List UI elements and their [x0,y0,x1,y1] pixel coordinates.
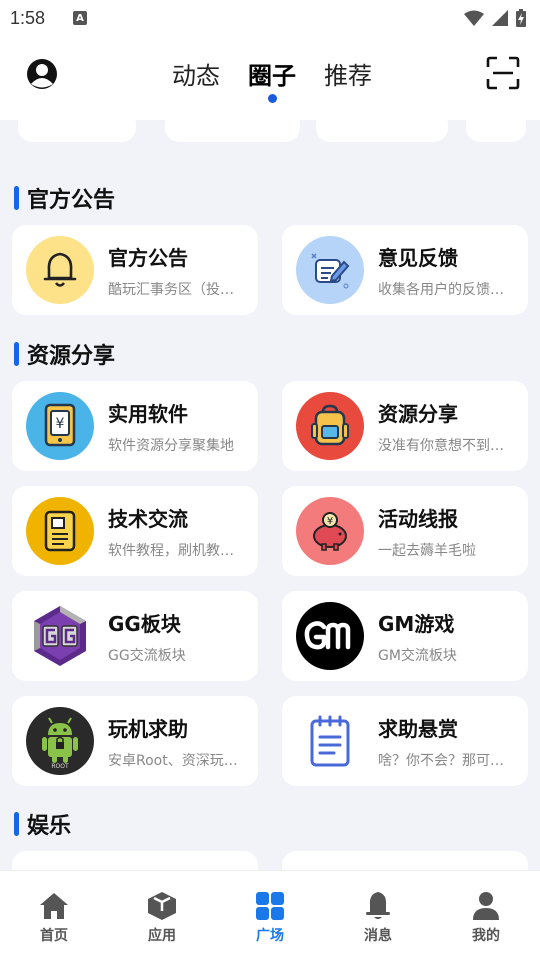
battery-icon [516,9,526,27]
person-icon [473,892,499,920]
card-title: GM游戏 [378,611,455,636]
grid-icon [256,892,284,920]
tab-dongtai[interactable]: 动态 [172,56,220,91]
forum-card-feedback[interactable]: 意见反馈 收集各用户的反馈… [282,225,528,315]
notepad-icon [296,707,364,775]
card-title: 求助悬赏 [378,716,458,741]
forum-card-bounty[interactable]: 求助悬赏 啥？你不会？那可… [282,696,528,786]
bell-icon [26,236,94,304]
top-tabs: 动态 圈子 推荐 [0,56,540,103]
card-subtitle: 收集各用户的反馈… [378,281,504,298]
nav-label: 消息 [364,928,392,944]
forum-card-software[interactable]: ¥ 实用软件 软件资源分享聚集地 [12,381,258,471]
card-title: GG板块 [108,611,181,636]
card-subtitle: 酷玩汇事务区（投… [108,281,234,298]
scrolled-card [165,120,300,142]
android-root-icon: ROOT [26,707,94,775]
scrolled-card [466,120,526,142]
card-title: 资源分享 [378,401,458,426]
feedback-icon [296,236,364,304]
card-subtitle: 啥？你不会？那可… [378,752,504,769]
nav-messages[interactable]: 消息 [338,891,418,960]
card-subtitle: 软件资源分享聚集地 [108,437,234,454]
nav-square[interactable]: 广场 [230,891,310,960]
home-icon [40,893,68,919]
tab-quanzi[interactable]: 圈子 [248,56,296,103]
card-subtitle: 安卓Root、资深玩… [108,752,238,769]
forum-card-announcement[interactable]: 官方公告 酷玩汇事务区（投… [12,225,258,315]
content-area[interactable]: 官方公告 官方公告 酷玩汇事务区（投… 意见反馈 收集各用户的反馈… 资源分享 … [0,120,540,870]
section-header: 官方公告 [14,182,115,214]
card-subtitle: GM交流板块 [378,647,457,664]
bell-icon [366,892,390,919]
gg-logo-icon [26,602,94,670]
forum-card-resources[interactable]: 资源分享 没准有你意想不到… [282,381,528,471]
section-accent-bar [14,342,19,366]
card-title: 玩机求助 [108,716,188,741]
nav-profile[interactable]: 我的 [446,891,526,960]
tab-tuijian[interactable]: 推荐 [324,56,372,91]
svg-text:ROOT: ROOT [51,763,69,770]
nav-label: 首页 [40,928,68,944]
forum-card-partial[interactable] [12,851,258,870]
scrolled-card [316,120,448,142]
document-icon [26,497,94,565]
scan-icon[interactable] [486,56,520,90]
top-bar: 动态 圈子 推荐 [0,36,540,120]
wifi-icon [464,10,484,26]
nav-apps[interactable]: 应用 [122,891,202,960]
card-title: 官方公告 [108,245,188,270]
nav-label: 应用 [148,928,176,944]
section-accent-bar [14,186,19,210]
forum-card-tech[interactable]: 技术交流 软件教程，刷机教… [12,486,258,576]
backpack-icon [296,392,364,460]
card-title: 活动线报 [378,506,458,531]
svg-text:¥: ¥ [56,416,65,432]
tablet-yen-icon: ¥ [26,392,94,460]
card-subtitle: 没准有你意想不到… [378,437,504,454]
status-bar: 1:58 A [0,0,540,36]
section-title: 资源分享 [27,344,116,369]
status-time: 1:58 [10,7,46,28]
forum-card-events[interactable]: ¥ 活动线报 一起去薅羊毛啦 [282,486,528,576]
nav-home[interactable]: 首页 [14,891,94,960]
card-subtitle: GG交流板块 [108,647,186,664]
section-header: 资源分享 [14,338,115,370]
notification-icon: A [73,11,88,25]
nav-label: 广场 [256,928,284,944]
section-accent-bar [14,812,19,836]
card-title: 意见反馈 [378,245,458,270]
card-subtitle: 一起去薅羊毛啦 [378,542,476,559]
section-header: 娱乐 [14,808,71,840]
section-title: 娱乐 [27,814,72,839]
bottom-nav: 首页 应用 广场 消息 我的 [0,870,540,960]
card-subtitle: 软件教程，刷机教… [108,542,234,559]
gm-logo-icon [296,602,364,670]
signal-icon [492,10,508,26]
piggy-bank-icon: ¥ [296,497,364,565]
forum-card-gg[interactable]: GG板块 GG交流板块 [12,591,258,681]
forum-card-partial[interactable] [282,851,528,870]
forum-card-gm[interactable]: GM游戏 GM交流板块 [282,591,528,681]
scrolled-card [18,120,136,142]
card-title: 实用软件 [108,401,188,426]
section-title: 官方公告 [27,188,116,213]
nav-label: 我的 [472,928,500,944]
forum-card-phone-help[interactable]: ROOT 玩机求助 安卓Root、资深玩… [12,696,258,786]
cube-icon [148,892,176,920]
card-title: 技术交流 [108,506,188,531]
svg-text:¥: ¥ [327,516,333,527]
